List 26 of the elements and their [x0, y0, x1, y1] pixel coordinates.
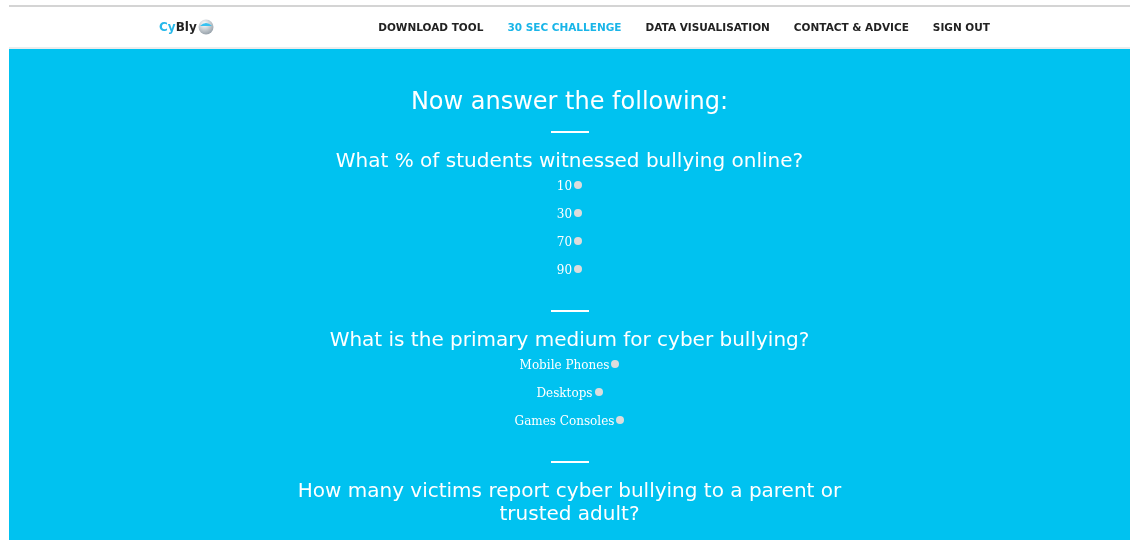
option-label: 30: [556, 207, 573, 221]
logo[interactable]: CyBly: [159, 19, 214, 35]
option-label: 90: [556, 263, 573, 277]
radio-button[interactable]: [574, 236, 583, 245]
nav-link[interactable]: CONTACT & ADVICE: [793, 21, 909, 33]
radio-button[interactable]: [574, 208, 583, 217]
nav-link[interactable]: DATA VISUALISATION: [645, 21, 770, 33]
question-text: What is the primary medium for cyber bullying?: [328, 328, 811, 351]
option-label: Desktops: [536, 386, 593, 400]
option-label: Games Consoles: [514, 414, 615, 428]
globe-icon: [197, 19, 214, 35]
question-text: How many victims report cyber bullying to a parent or trusted adult?: [296, 479, 843, 525]
option-label: 70: [556, 235, 573, 249]
option-label: Mobile Phones: [519, 358, 610, 372]
radio-button[interactable]: [574, 180, 583, 189]
logo-text: Bly: [175, 20, 197, 34]
nav-link[interactable]: SIGN OUT: [932, 21, 990, 33]
nav-link[interactable]: DOWNLOAD TOOL: [378, 21, 484, 33]
option-label: 10: [556, 179, 573, 193]
radio-button[interactable]: [574, 264, 583, 273]
page-heading: Now answer the following:: [410, 86, 729, 117]
logo-text-accent: Cy: [159, 20, 176, 34]
radio-button[interactable]: [594, 387, 603, 396]
radio-button[interactable]: [616, 415, 625, 424]
radio-button[interactable]: [611, 359, 620, 368]
question-text: What % of students witnessed bullying online?: [334, 149, 805, 172]
